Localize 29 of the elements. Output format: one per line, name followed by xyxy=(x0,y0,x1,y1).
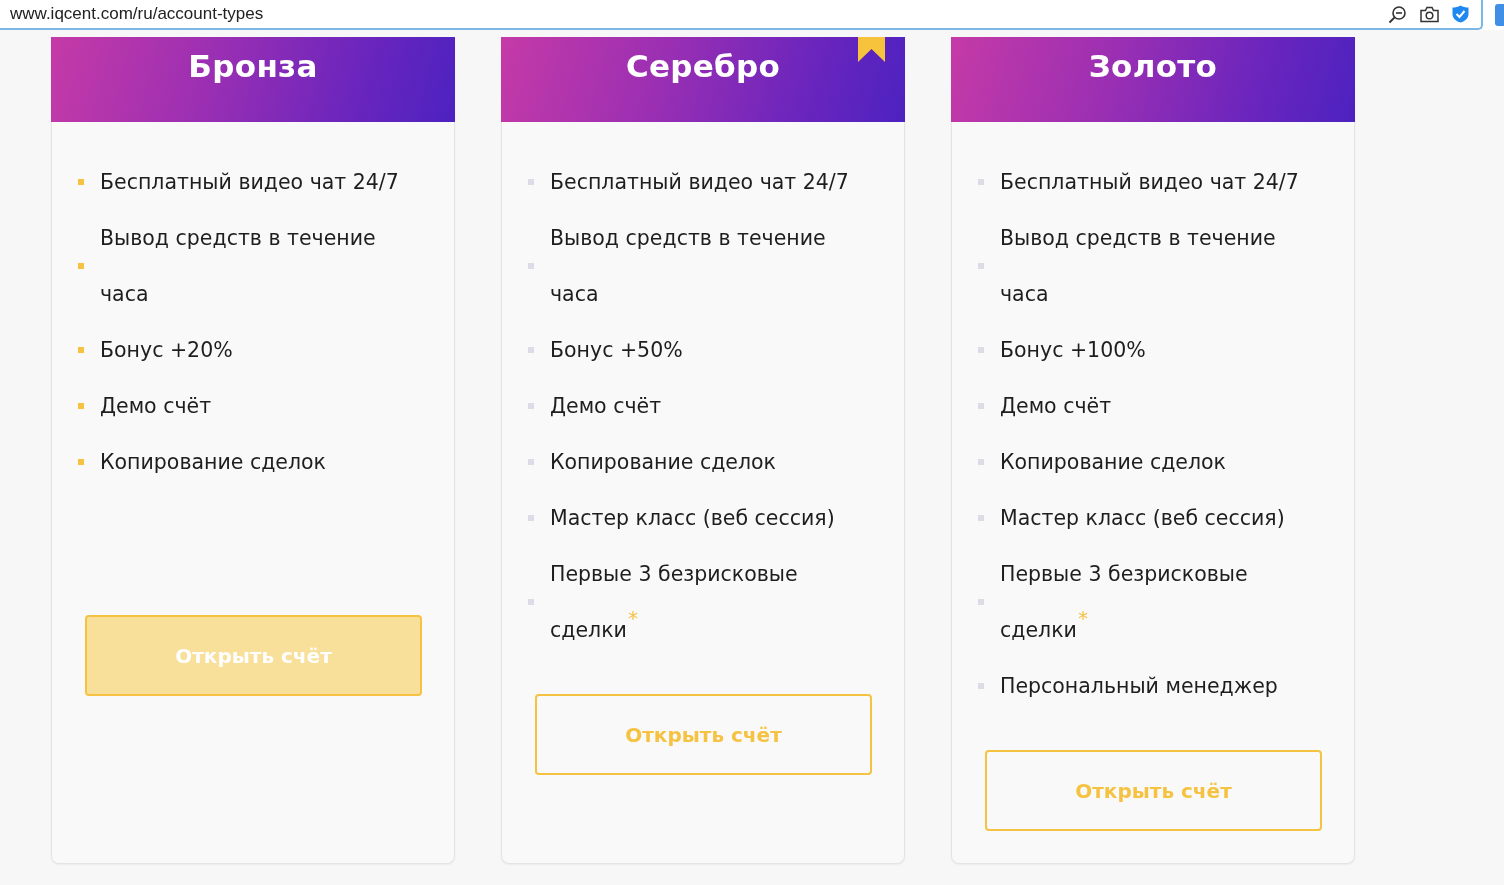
url-text: www.iqcent.com/ru/account-types xyxy=(10,4,265,24)
address-bar[interactable]: www.iqcent.com/ru/account-types xyxy=(0,0,1483,30)
open-account-button[interactable]: Открыть счёт xyxy=(535,694,872,775)
camera-icon[interactable] xyxy=(1420,5,1439,23)
feature-text: Мастер класс (веб сессия) xyxy=(550,505,836,532)
zoom-out-icon[interactable] xyxy=(1388,4,1407,24)
feature-text: Копирование сделок xyxy=(1000,449,1227,476)
feature-text: Демо счёт xyxy=(100,393,213,420)
feature-text: Бесплатный видео чат 24/7 xyxy=(1000,169,1300,196)
shield-check-icon[interactable] xyxy=(1452,5,1469,23)
feature-text: Копирование сделок xyxy=(100,449,327,476)
plan-title: Серебро xyxy=(625,48,781,84)
feature-text: Мастер класс (веб сессия) xyxy=(1000,505,1286,532)
feature-text: Бонус +100% xyxy=(1000,337,1147,364)
feature-text: Бонус +50% xyxy=(550,337,684,364)
feature-text: Бесплатный видео чат 24/7 xyxy=(100,169,400,196)
feature-text: Бесплатный видео чат 24/7 xyxy=(550,169,850,196)
plan-title: Золото xyxy=(1088,48,1218,84)
feature-text: Персональный менеджер xyxy=(1000,673,1279,700)
feature-text: Вывод средств в течение часа xyxy=(1000,225,1277,308)
feature-text: Копирование сделок xyxy=(550,449,777,476)
feature-text: Вывод средств в течение часа xyxy=(550,225,827,308)
open-account-button[interactable]: Открыть счёт xyxy=(85,615,422,696)
open-account-button[interactable]: Открыть счёт xyxy=(985,750,1322,831)
plan-title: Бронза xyxy=(188,48,318,84)
feature-text: Демо счёт xyxy=(1000,393,1113,420)
feature-text: Вывод средств в течение часа xyxy=(100,225,377,308)
feature-text: Бонус +20% xyxy=(100,337,234,364)
feature-text: Демо счёт xyxy=(550,393,663,420)
